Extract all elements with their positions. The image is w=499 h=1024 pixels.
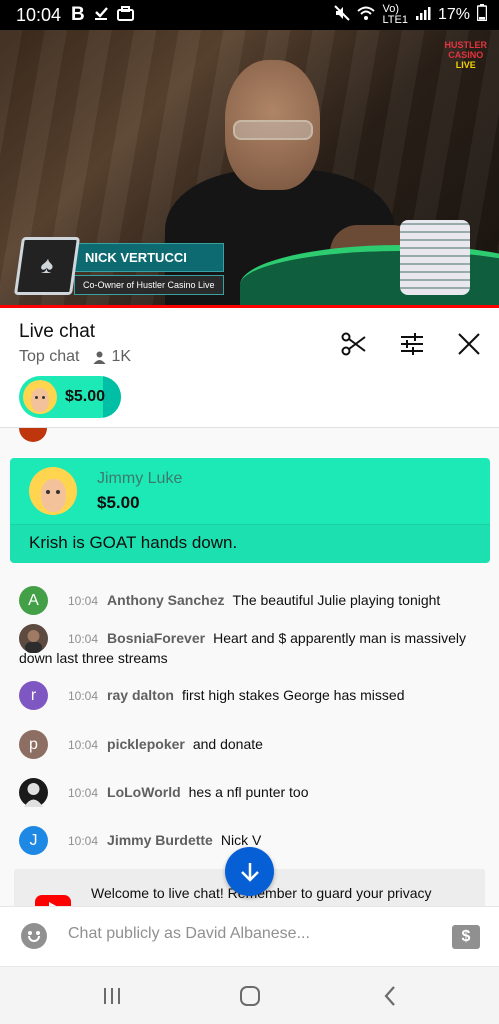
briefcase-icon: [116, 5, 134, 26]
scroll-to-bottom-button[interactable]: [225, 847, 274, 896]
message-author: LoLoWorld: [107, 784, 181, 800]
avatar: J: [19, 826, 48, 855]
close-icon[interactable]: [455, 330, 483, 358]
filter-icon[interactable]: [398, 330, 426, 358]
battery-icon: [476, 4, 488, 26]
signal-icon: [415, 5, 431, 26]
chat-input[interactable]: [68, 925, 428, 943]
android-nav-bar: [0, 966, 499, 1024]
message-time: 10:04: [68, 786, 99, 800]
arrow-down-icon: [240, 862, 259, 882]
back-icon[interactable]: [377, 984, 403, 1008]
status-time: 10:04: [16, 4, 62, 25]
status-bar: 10:04 B Vo) LTE1 17%: [0, 0, 499, 30]
message-time: 10:04: [68, 594, 99, 608]
video-player[interactable]: HUSTLER CASINO LIVE ♠ NICK VERTUCCI Co-O…: [0, 30, 499, 308]
wifi-icon: [357, 5, 376, 26]
chat-message[interactable]: A 10:04 Anthony Sanchez The beautiful Juli…: [19, 586, 484, 615]
avatar: [19, 624, 48, 653]
chat-message[interactable]: 10:04 LoLoWorld hes a nfl punter too: [19, 778, 484, 807]
chat-message[interactable]: p 10:04 picklepoker and donate: [19, 730, 484, 759]
message-text: The beautiful Julie playing tonight: [232, 592, 441, 608]
avatar: A: [19, 586, 48, 615]
viewer-count: 1K: [93, 348, 131, 366]
chat-header: Live chat Top chat 1K $5.00: [0, 308, 499, 428]
spade-icon: ♠: [13, 237, 81, 295]
message-text: first high stakes George has missed: [181, 687, 405, 703]
message-text: hes a nfl punter too: [188, 784, 309, 800]
mute-icon: [334, 4, 351, 26]
avatar: r: [19, 681, 48, 710]
superchat-text: Krish is GOAT hands down.: [10, 524, 490, 563]
avatar: [19, 428, 47, 442]
ticker-avatar: [23, 380, 57, 414]
message-author: Anthony Sanchez: [107, 592, 225, 608]
chat-message[interactable]: r 10:04 ray dalton first high stakes Georg…: [19, 681, 484, 710]
youtube-icon: [35, 895, 71, 906]
superchat-author: Jimmy Luke: [97, 470, 183, 487]
message-author: BosniaForever: [107, 630, 206, 646]
message-text: Nick V: [220, 832, 262, 848]
ticker-amount: $5.00: [65, 388, 106, 405]
chat-input-bar: $: [0, 906, 499, 966]
chat-title: Live chat: [19, 321, 96, 342]
message-time: 10:04: [68, 689, 99, 703]
lower-third: ♠ NICK VERTUCCI Co-Owner of Hustler Casi…: [13, 237, 224, 295]
super-chat-dollar-icon[interactable]: $: [452, 925, 480, 949]
person-icon: [93, 351, 106, 364]
poker-chips: [400, 220, 470, 295]
superchat-ticker[interactable]: $5.00: [19, 376, 121, 418]
message-author: ray dalton: [107, 687, 174, 703]
viewer-count-value: 1K: [111, 348, 132, 365]
superchat-message[interactable]: Jimmy Luke $5.00 Krish is GOAT hands dow…: [10, 458, 490, 563]
scissors-icon[interactable]: [340, 330, 368, 358]
home-icon[interactable]: [237, 984, 263, 1008]
emoji-icon[interactable]: [21, 923, 47, 949]
chat-mode-label: Top chat: [19, 348, 80, 365]
chat-message[interactable]: 10:04 BosniaForever Heart and $ apparently…: [19, 624, 484, 668]
avatar: [19, 778, 48, 807]
message-text: and donate: [192, 736, 263, 752]
message-time: 10:04: [68, 632, 99, 646]
lower-third-role: Co-Owner of Hustler Casino Live: [74, 275, 224, 295]
message-author: Jimmy Burdette: [107, 832, 213, 848]
message-author: picklepoker: [107, 736, 185, 752]
superchat-avatar: [29, 467, 77, 515]
download-done-icon: [93, 5, 109, 26]
b-icon: B: [71, 4, 85, 25]
battery-percent: 17%: [437, 6, 470, 23]
chat-mode-selector[interactable]: Top chat 1K: [19, 348, 131, 366]
channel-logo: HUSTLER CASINO LIVE: [444, 40, 488, 70]
avatar: p: [19, 730, 48, 759]
recents-icon[interactable]: [99, 984, 125, 1008]
message-time: 10:04: [68, 834, 99, 848]
lower-third-name: NICK VERTUCCI: [74, 243, 224, 272]
volte-icon: Vo) LTE1: [382, 3, 408, 26]
message-time: 10:04: [68, 738, 99, 752]
superchat-amount: $5.00: [97, 493, 140, 512]
chat-message-list[interactable]: Jimmy Luke $5.00 Krish is GOAT hands dow…: [0, 428, 499, 906]
